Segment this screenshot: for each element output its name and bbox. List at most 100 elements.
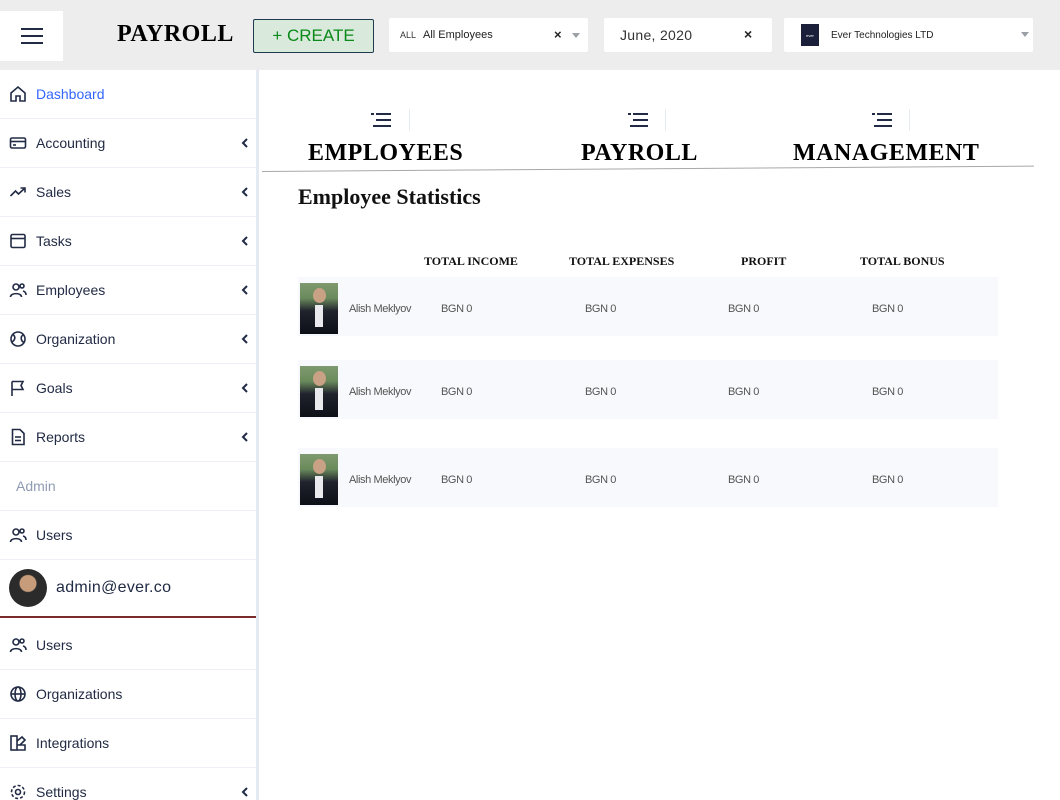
people-icon [9, 526, 27, 544]
page-title: PAYROLL [117, 21, 234, 47]
sidebar-item-organization[interactable]: Organization [0, 315, 256, 364]
credit-card-icon [9, 134, 27, 152]
sidebar-item-label: Organization [36, 331, 116, 347]
sidebar-item-settings[interactable]: Settings [0, 768, 256, 800]
user-menu[interactable]: admin@ever.co [0, 559, 256, 618]
organization-name: Ever Technologies LTD [831, 29, 934, 41]
sidebar-item-reports[interactable]: Reports [0, 413, 256, 462]
section-label: Admin [16, 478, 56, 494]
sidebar-item-sales[interactable]: Sales [0, 168, 256, 217]
tab-label: MANAGEMENT [793, 140, 980, 166]
chevron-left-icon [241, 787, 248, 797]
menu-icon [20, 28, 43, 44]
sidebar-item-label: Settings [36, 784, 87, 800]
sidebar-item-label: Reports [36, 429, 86, 445]
profit-value: BGN 0 [728, 474, 760, 486]
employee-name: Alish Meklyov [349, 386, 412, 398]
tab-label: EMPLOYEES [308, 140, 464, 166]
sidebar-item-users[interactable]: Users [0, 621, 256, 670]
column-header-profit: PROFIT [741, 254, 787, 268]
employee-filter-value: All Employees [423, 29, 493, 41]
chevron-left-icon [241, 334, 248, 344]
chevron-left-icon [241, 187, 248, 197]
browser-icon [9, 232, 27, 250]
create-button-label: + CREATE [272, 26, 355, 45]
chevron-left-icon [241, 285, 248, 295]
profit-value: BGN 0 [728, 303, 760, 315]
organization-select[interactable]: ever Ever Technologies LTD [784, 18, 1033, 52]
file-text-icon [9, 428, 27, 446]
employee-filter-select[interactable]: ALL All Employees × [389, 18, 588, 52]
globe-icon [9, 685, 27, 703]
total-expenses-value: BGN 0 [585, 474, 617, 486]
chevron-left-icon [241, 236, 248, 246]
table-row[interactable]: Alish Meklyov BGN 0 BGN 0 BGN 0 BGN 0 [298, 448, 998, 507]
list-icon [371, 113, 391, 127]
chevron-left-icon [241, 138, 248, 148]
total-bonus-value: BGN 0 [872, 303, 904, 315]
chevron-down-icon [1021, 32, 1029, 37]
avatar [9, 568, 47, 607]
list-icon [872, 113, 892, 127]
sidebar-item-label: Organizations [36, 686, 123, 702]
column-header-total-expenses: TOTAL EXPENSES [569, 254, 675, 268]
sidebar-item-label: Accounting [36, 135, 106, 151]
sidebar-item-label: Integrations [36, 735, 110, 751]
user-email: admin@ever.co [56, 578, 172, 596]
employee-name: Alish Meklyov [349, 303, 412, 315]
sidebar-item-accounting[interactable]: Accounting [0, 119, 256, 168]
total-expenses-value: BGN 0 [585, 386, 617, 398]
total-income-value: BGN 0 [441, 386, 473, 398]
top-header: PAYROLL + CREATE ALL All Employees × Jun… [0, 0, 1060, 70]
employee-filter-tag: ALL [400, 30, 417, 40]
sidebar-item-label: Employees [36, 282, 106, 298]
people-icon [9, 636, 27, 654]
date-filter-select[interactable]: June, 2020 × [604, 18, 772, 52]
section-title: Employee Statistics [298, 184, 481, 209]
chevron-left-icon [241, 383, 248, 393]
sidebar: Dashboard Accounting Sales Tasks Employe… [0, 70, 259, 800]
sidebar-item-label: Tasks [36, 233, 72, 249]
trending-up-icon [9, 183, 27, 201]
chevron-down-icon [572, 33, 580, 38]
globe-icon [9, 330, 27, 348]
sidebar-item-integrations[interactable]: Integrations [0, 719, 256, 768]
organization-logo: ever [801, 24, 819, 46]
total-income-value: BGN 0 [441, 303, 473, 315]
tab-label: PAYROLL [581, 140, 698, 166]
employee-photo [300, 454, 338, 505]
sidebar-item-organizations[interactable]: Organizations [0, 670, 256, 719]
flag-icon [9, 379, 27, 397]
sidebar-item-label: Users [36, 527, 73, 543]
sidebar-item-label: Dashboard [36, 86, 105, 102]
sidebar-item-goals[interactable]: Goals [0, 364, 256, 413]
employee-photo [300, 283, 338, 334]
table-row[interactable]: Alish Meklyov BGN 0 BGN 0 BGN 0 BGN 0 [298, 360, 998, 419]
sidebar-item-label: Sales [36, 184, 72, 200]
total-expenses-value: BGN 0 [585, 303, 617, 315]
sidebar-item-admin-users[interactable]: Users [0, 511, 256, 560]
date-filter-value: June, 2020 [620, 27, 693, 43]
chevron-left-icon [241, 432, 248, 442]
column-header-total-bonus: TOTAL BONUS [860, 254, 945, 268]
sidebar-item-dashboard[interactable]: Dashboard [0, 70, 256, 119]
clear-employee-icon[interactable]: × [554, 27, 562, 42]
total-income-value: BGN 0 [441, 474, 473, 486]
home-icon [9, 85, 27, 103]
integrations-icon [9, 734, 27, 752]
sidebar-item-employees[interactable]: Employees [0, 266, 256, 315]
people-icon [9, 281, 27, 299]
create-button[interactable]: + CREATE [253, 19, 374, 53]
menu-toggle-button[interactable] [0, 11, 63, 61]
clear-date-icon[interactable]: × [744, 26, 752, 42]
employee-name: Alish Meklyov [349, 474, 412, 486]
total-bonus-value: BGN 0 [872, 386, 904, 398]
sidebar-item-label: Users [36, 637, 73, 653]
settings-icon [9, 783, 27, 800]
sidebar-item-tasks[interactable]: Tasks [0, 217, 256, 266]
sidebar-item-label: Goals [36, 380, 73, 396]
employee-photo [300, 366, 338, 417]
table-row[interactable]: Alish Meklyov BGN 0 BGN 0 BGN 0 BGN 0 [298, 277, 998, 336]
list-icon [628, 113, 648, 127]
total-bonus-value: BGN 0 [872, 474, 904, 486]
